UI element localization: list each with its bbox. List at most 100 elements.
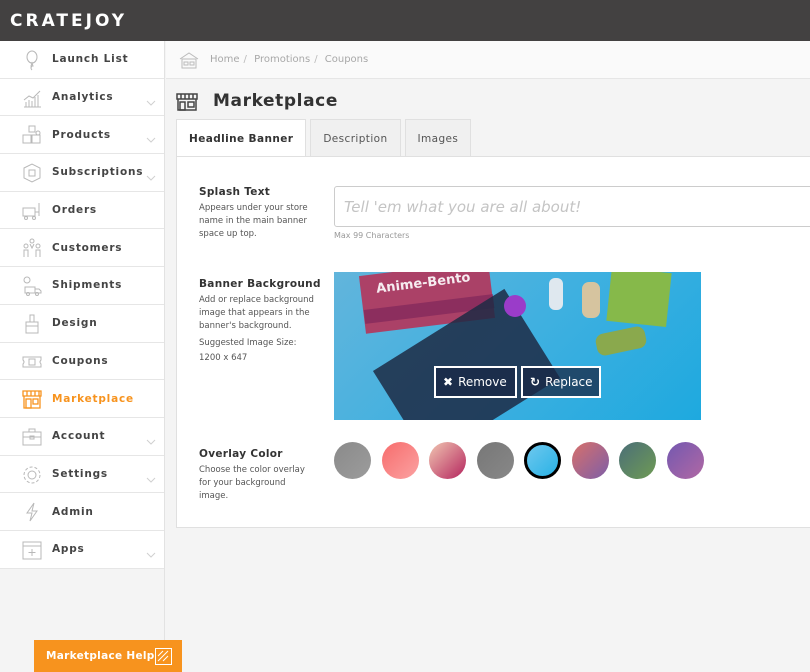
sidebar-item-products[interactable]: Products (0, 116, 164, 155)
ticket-icon (21, 351, 43, 373)
banner-image: Anime-Bento ✖ Remove ↻ Replace (334, 272, 701, 420)
overlay-swatch[interactable] (429, 442, 466, 479)
sidebar: Launch List Analytics Products Subscription… (0, 41, 165, 672)
banner-image-ball (504, 295, 526, 317)
replace-label: Replace (545, 375, 593, 389)
tab-description[interactable]: Description (310, 119, 401, 157)
sidebar-item-analytics[interactable]: Analytics (0, 78, 164, 117)
remove-banner-button[interactable]: ✖ Remove (434, 366, 517, 398)
breadcrumb-promotions[interactable]: Promotions (254, 54, 310, 65)
sidebar-item-label: Admin (52, 505, 94, 518)
sidebar-item-label: Shipments (52, 279, 123, 292)
briefcase-icon (21, 426, 43, 448)
splash-text-input[interactable] (334, 186, 810, 227)
chevron-down-icon[interactable] (146, 92, 156, 106)
sidebar-item-apps[interactable]: Apps (0, 530, 164, 569)
sidebar-item-subscriptions[interactable]: Subscriptions (0, 154, 164, 192)
splash-text-label: Splash Text (199, 186, 271, 198)
marketplace-help-button[interactable]: Marketplace Help (34, 640, 182, 672)
overlay-color-description: Choose the color overlay for your backgr… (199, 465, 305, 501)
sidebar-item-label: Coupons (52, 354, 109, 367)
refresh-icon: ↻ (530, 375, 541, 389)
storefront-icon (175, 90, 199, 112)
gear-icon (21, 464, 43, 486)
suggested-size-label: Suggested Image Size: (199, 338, 297, 348)
sidebar-item-design[interactable]: Design (0, 304, 164, 343)
breadcrumb-coupons[interactable]: Coupons (325, 54, 368, 65)
breadcrumb-separator: / (314, 54, 318, 65)
tab-bar: Headline Banner Description Images (176, 119, 475, 158)
banner-image-figure (582, 282, 600, 318)
banner-image-figure (549, 278, 563, 310)
overlay-color-swatches (334, 442, 714, 479)
overlay-swatch[interactable] (666, 442, 704, 479)
breadcrumb-separator: / (243, 54, 247, 65)
chevron-down-icon[interactable] (146, 469, 156, 483)
people-icon (21, 237, 43, 259)
chevron-down-icon[interactable] (146, 129, 156, 144)
cart-icon (21, 200, 43, 222)
overlay-swatch[interactable] (334, 442, 371, 479)
sidebar-item-label: Subscriptions (52, 166, 144, 179)
splash-text-description: Appears under your store name in the mai… (199, 203, 308, 239)
tab-images[interactable]: Images (404, 119, 472, 157)
sidebar-item-label: Account (52, 430, 106, 443)
sidebar-item-label: Settings (52, 467, 108, 480)
sidebar-item-label: Launch List (52, 53, 129, 66)
banner-background-description: Add or replace background image that app… (199, 295, 314, 331)
sidebar-item-label: Products (52, 128, 111, 141)
sidebar-item-admin[interactable]: Admin (0, 493, 164, 531)
sidebar-item-label: Apps (52, 543, 85, 556)
sidebar-item-launch-list[interactable]: Launch List (0, 41, 164, 79)
overlay-swatch[interactable] (381, 442, 419, 479)
sidebar-item-shipments[interactable]: Shipments (0, 267, 164, 305)
overlay-swatch[interactable] (571, 442, 609, 479)
main-content: Home / Promotions / Coupons Marketplace He… (166, 41, 810, 672)
overlay-color-label: Overlay Color (199, 448, 283, 460)
sidebar-item-marketplace[interactable]: Marketplace (0, 380, 164, 418)
sidebar-item-coupons[interactable]: Coupons (0, 342, 164, 381)
breadcrumb: Home / Promotions / Coupons (166, 41, 810, 79)
headline-banner-panel: Splash Text Appears under your store nam… (176, 156, 810, 528)
overlay-swatch[interactable] (476, 442, 514, 479)
page-title: Marketplace (213, 91, 338, 111)
sidebar-item-orders[interactable]: Orders (0, 191, 164, 230)
sidebar-item-label: Analytics (52, 91, 114, 104)
sidebar-item-settings[interactable]: Settings (0, 455, 164, 494)
overlay-swatch[interactable] (619, 442, 656, 479)
sidebar-item-account[interactable]: Account (0, 417, 164, 456)
sidebar-item-label: Orders (52, 204, 97, 217)
sidebar-item-label: Customers (52, 241, 123, 254)
lightning-icon (21, 501, 43, 523)
sidebar-item-label: Design (52, 317, 98, 330)
sidebar-item-customers[interactable]: Customers (0, 229, 164, 268)
chevron-down-icon[interactable] (146, 167, 156, 181)
tab-headline-banner[interactable]: Headline Banner (176, 119, 307, 158)
storefront-icon (21, 388, 43, 410)
sidebar-item-label: Marketplace (52, 392, 134, 405)
splash-text-hint: Max 99 Characters (334, 231, 410, 240)
remove-label: Remove (458, 375, 507, 389)
help-icon (155, 648, 172, 665)
chart-icon (21, 87, 43, 109)
chevron-down-icon[interactable] (146, 544, 156, 558)
breadcrumb-home[interactable]: Home (210, 54, 240, 65)
close-icon: ✖ (443, 375, 454, 389)
home-icon[interactable] (178, 51, 200, 69)
banner-background-label: Banner Background (199, 278, 321, 290)
brush-icon (21, 313, 43, 335)
balloon-icon (21, 49, 43, 71)
subscription-box-icon (21, 162, 43, 184)
banner-image-green-box (606, 272, 672, 327)
cratejoy-logo[interactable]: CRATEJOY (10, 11, 127, 31)
overlay-swatch[interactable] (524, 442, 561, 479)
chevron-down-icon[interactable] (146, 431, 156, 445)
top-bar: CRATEJOY (0, 0, 810, 41)
help-label: Marketplace Help (46, 650, 155, 662)
suggested-size-value: 1200 x 647 (199, 353, 248, 363)
replace-banner-button[interactable]: ↻ Replace (521, 366, 601, 398)
boxes-icon (21, 124, 43, 146)
banner-image-soap (594, 325, 648, 357)
truck-icon (21, 275, 43, 297)
apps-icon (21, 539, 43, 561)
